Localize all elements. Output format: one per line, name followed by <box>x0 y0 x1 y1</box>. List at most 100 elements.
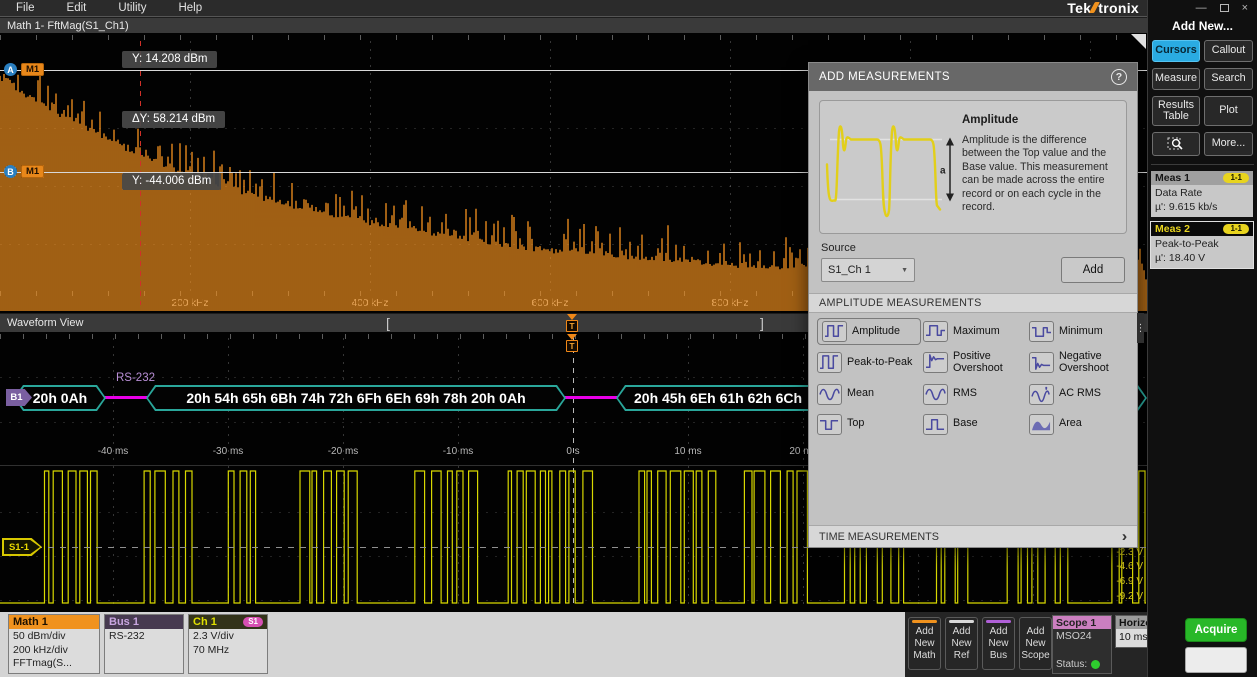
bus-packet-2-text: 20h 54h 65h 6Bh 74h 72h 6Fh 6Eh 69h 78h … <box>148 387 564 409</box>
meas1-count-pill: 1-1 <box>1223 173 1249 183</box>
vscale-m2-3v: -2.3 V <box>1095 547 1143 558</box>
description-text-block: Amplitude Amplitude is the difference be… <box>962 105 1118 229</box>
trigger-marker-titlebar[interactable]: T <box>566 320 578 332</box>
help-icon[interactable]: ? <box>1111 69 1127 85</box>
sidebar-button-grid: Cursors Callout Measure Search Results T… <box>1148 40 1257 156</box>
math1-span: 200 kHz/div <box>13 644 95 658</box>
add-measurement-button[interactable]: Add <box>1061 257 1125 283</box>
dialog-drag-handle[interactable]: ⋮ <box>1137 313 1144 343</box>
time-measurements-header[interactable]: TIME MEASUREMENTS › <box>809 525 1137 547</box>
amplitude-measurements-header[interactable]: AMPLITUDE MEASUREMENTS <box>809 293 1137 313</box>
math-color-stripe <box>912 620 937 623</box>
measurement-peak-to-peak[interactable]: Peak-to-Peak <box>817 351 921 375</box>
menu-file[interactable]: File <box>0 2 51 14</box>
source-dropdown[interactable]: S1_Ch 1 ▼ <box>821 258 915 282</box>
cursors-button[interactable]: Cursors <box>1152 40 1200 62</box>
measurement-area[interactable]: Area <box>1029 414 1133 435</box>
cursor-a-badge[interactable]: A M1 <box>4 63 44 76</box>
measurement-base[interactable]: Base <box>923 414 1027 435</box>
cursor-b-letter: B <box>4 165 17 178</box>
ch1-badge[interactable]: Ch 1 S1 2.3 V/div 70 MHz <box>188 614 268 674</box>
measurement-description-panel: a Amplitude Amplitude is the difference … <box>819 100 1127 234</box>
add-new-scope-button[interactable]: Add New Scope <box>1019 617 1052 670</box>
measurement-top[interactable]: Top <box>817 414 921 435</box>
mean-icon <box>817 384 842 405</box>
menu-edit[interactable]: Edit <box>51 2 103 14</box>
ch1-scale: 2.3 V/div <box>193 630 263 644</box>
bus1-badge-title: Bus 1 <box>105 615 183 629</box>
status-ok-icon <box>1091 660 1100 669</box>
base-icon <box>923 414 948 435</box>
restore-icon[interactable] <box>1220 4 1229 12</box>
negative-overshoot-icon <box>1029 352 1054 373</box>
meas2-value: µ': 18.40 V <box>1155 252 1249 266</box>
bus-color-stripe <box>986 620 1011 623</box>
window-controls: — × <box>1148 0 1257 16</box>
logo-prefix: Tek <box>1067 0 1091 16</box>
menu-utility[interactable]: Utility <box>102 2 162 14</box>
add-new-ref-label: Add New Ref <box>951 626 971 661</box>
bus1-badge[interactable]: Bus 1 RS-232 <box>104 614 184 674</box>
expansion-bracket-right[interactable]: ] <box>760 315 764 331</box>
measurement-minimum[interactable]: Minimum <box>1029 321 1133 342</box>
ch1-badge-header: Ch 1 S1 <box>189 615 267 629</box>
menu-help[interactable]: Help <box>162 2 218 14</box>
minimize-icon[interactable]: — <box>1196 2 1207 14</box>
zoom-corner-icon[interactable] <box>1131 34 1146 49</box>
measurement-rms[interactable]: RMS <box>923 384 1027 405</box>
measurement-ac-rms[interactable]: AC RMS <box>1029 384 1133 405</box>
callout-button[interactable]: Callout <box>1204 40 1253 62</box>
add-new-ref-button[interactable]: Add New Ref <box>945 617 978 670</box>
measurement-amplitude[interactable]: Amplitude <box>817 318 921 345</box>
plot-button[interactable]: Plot <box>1204 96 1253 126</box>
measure-button[interactable]: Measure <box>1152 68 1200 90</box>
ch1-s1-pill: S1 <box>243 617 263 627</box>
add-new-bus-button[interactable]: Add New Bus <box>982 617 1015 670</box>
ac-rms-icon <box>1029 384 1054 405</box>
more-button[interactable]: More... <box>1204 132 1253 156</box>
zoom-mode-button[interactable] <box>1152 132 1200 156</box>
menu-bar: File Edit Utility Help Tek tronix <box>0 0 1147 17</box>
logo-suffix: tronix <box>1098 0 1139 16</box>
meas2-card[interactable]: Meas 2 1-1 Peak-to-Peak µ': 18.40 V <box>1151 222 1253 268</box>
time-measurements-label: TIME MEASUREMENTS <box>819 531 939 543</box>
add-new-math-label: Add New Math <box>913 626 935 661</box>
measurement-maximum[interactable]: Maximum <box>923 321 1027 342</box>
cursor-delta-readout: ΔY: 58.214 dBm <box>122 111 225 128</box>
add-new-math-button[interactable]: Add New Math <box>908 617 941 670</box>
dialog-spacer <box>809 435 1137 525</box>
math1-function: FFTmag(S... <box>13 657 95 671</box>
trigger-marker-plot[interactable]: T <box>566 340 578 352</box>
amplitude-icon <box>822 321 847 342</box>
bus1-protocol: RS-232 <box>109 630 179 644</box>
source-dropdown-value: S1_Ch 1 <box>828 264 871 276</box>
measurement-negative-overshoot[interactable]: Negative Overshoot <box>1029 351 1133 375</box>
measurement-mean[interactable]: Mean <box>817 384 921 405</box>
scope1-badge[interactable]: Scope 1 MSO24 Status: <box>1052 615 1112 674</box>
measurement-positive-overshoot[interactable]: Positive Overshoot <box>923 351 1027 375</box>
magnifier-icon <box>1167 136 1185 152</box>
dialog-header[interactable]: ADD MEASUREMENTS ? <box>809 63 1137 91</box>
ref-color-stripe <box>949 620 974 623</box>
math1-badge[interactable]: Math 1 50 dBm/div 200 kHz/div FFTmag(S..… <box>8 614 100 674</box>
minimum-icon <box>1029 321 1054 342</box>
expansion-bracket-left[interactable]: [ <box>386 315 390 331</box>
meas1-value: µ': 9.615 kb/s <box>1155 201 1249 215</box>
right-sidebar: — × Add New... Cursors Callout Measure S… <box>1147 0 1257 677</box>
add-new-bus-label: Add New Bus <box>988 626 1008 661</box>
cursor-a-source-tag: M1 <box>21 63 44 76</box>
blank-button[interactable] <box>1185 647 1247 673</box>
meas1-card[interactable]: Meas 1 1-1 Data Rate µ': 9.615 kb/s <box>1151 171 1253 217</box>
cursor-b-badge[interactable]: B M1 <box>4 165 44 178</box>
math-view-titlebar[interactable]: Math 1- FftMag(S1_Ch1) <box>0 17 1147 33</box>
search-button[interactable]: Search <box>1204 68 1253 90</box>
results-table-button[interactable]: Results Table <box>1152 96 1200 126</box>
close-icon[interactable]: × <box>1242 2 1248 14</box>
dialog-title: ADD MEASUREMENTS <box>819 71 950 83</box>
cursor-a-letter: A <box>4 63 17 76</box>
meas2-header: Meas 2 1-1 <box>1151 222 1253 236</box>
add-new-title: Add New... <box>1148 19 1257 33</box>
settings-bar: Math 1 50 dBm/div 200 kHz/div FFTmag(S..… <box>0 612 1147 677</box>
acquire-button[interactable]: Acquire <box>1185 618 1247 642</box>
waveform-view-title: Waveform View <box>7 317 83 329</box>
